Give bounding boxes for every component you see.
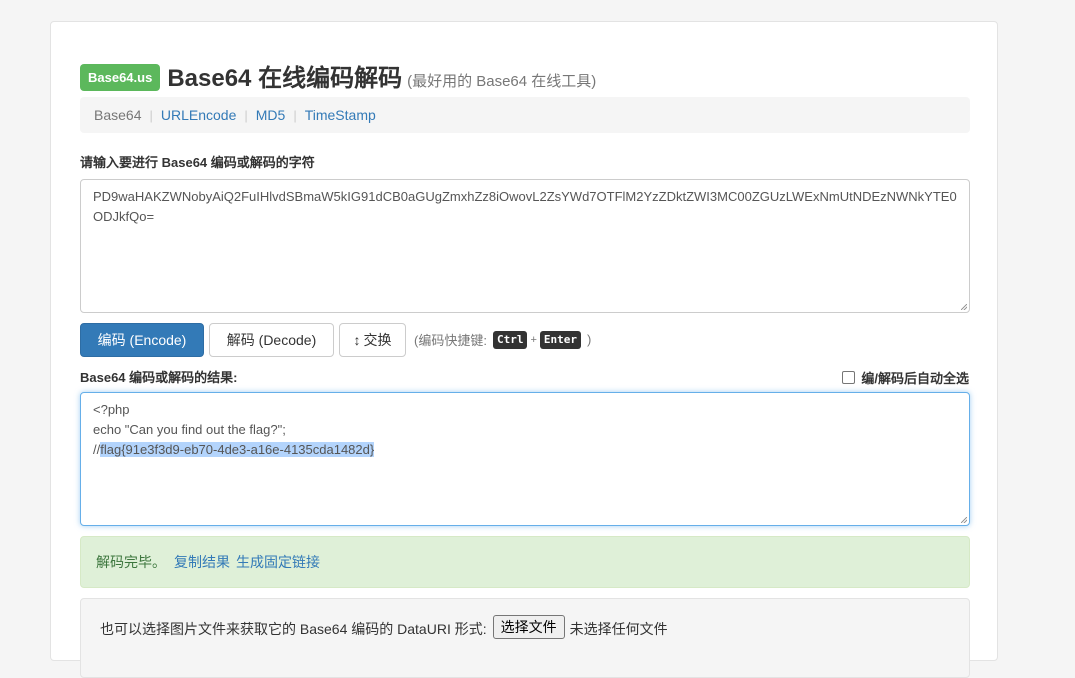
site-badge[interactable]: Base64.us [80, 64, 161, 91]
output-line: //flag{91e3f3d9-eb70-4de3-a16e-4135cda14… [93, 440, 957, 460]
copy-result-link[interactable]: 复制结果 [174, 552, 230, 572]
nav-item-md5[interactable]: MD5 [256, 107, 286, 123]
page-title: Base64 在线编码解码 [167, 65, 403, 92]
success-alert: 解码完毕。 复制结果 生成固定链接 [80, 536, 970, 588]
selected-flag-text: flag{91e3f3d9-eb70-4de3-a16e-4135cda1482… [100, 442, 375, 457]
file-status: 未选择任何文件 [569, 621, 668, 637]
nav-separator: | [244, 107, 248, 123]
input-label: 请输入要进行 Base64 编码或解码的字符 [80, 155, 315, 170]
nav-item-urlencode[interactable]: URLEncode [161, 107, 237, 123]
input-text: PD9waHAKZWNobyAiQ2FuIHlvdSBmaW5kIG91dCB0… [93, 189, 957, 224]
nav-separator: | [293, 107, 297, 123]
nav-item-base64[interactable]: Base64 [94, 107, 141, 123]
shortcut-suffix: ) [587, 332, 592, 347]
shortcut-hint: (编码快捷键: Ctrl + Enter ) [414, 330, 591, 349]
resize-handle[interactable] [961, 517, 967, 523]
tool-nav: Base64 | URLEncode | MD5 | TimeStamp [80, 97, 970, 133]
decode-button[interactable]: 解码 (Decode) [209, 323, 334, 357]
output-line: <?php [93, 402, 130, 417]
output-line: echo "Can you find out the flag?"; [93, 422, 286, 437]
page-header: Base64.us Base64 在线编码解码 (最好用的 Base64 在线工… [80, 58, 596, 95]
nav-separator: | [149, 107, 153, 123]
alert-message: 解码完毕。 [96, 554, 166, 570]
auto-select-option[interactable]: 编/解码后自动全选 [842, 368, 969, 387]
shortcut-prefix: (编码快捷键: [414, 333, 487, 348]
resize-handle[interactable] [961, 304, 967, 310]
main-card: Base64.us Base64 在线编码解码 (最好用的 Base64 在线工… [50, 21, 998, 678]
shortcut-plus: + [530, 333, 537, 346]
input-textarea[interactable]: PD9waHAKZWNobyAiQ2FuIHlvdSBmaW5kIG91dCB0… [80, 179, 970, 313]
auto-select-label[interactable]: 编/解码后自动全选 [861, 368, 969, 387]
swap-icon: ↕ [353, 332, 361, 348]
file-section: 也可以选择图片文件来获取它的 Base64 编码的 DataURI 形式: 选择… [80, 598, 970, 678]
choose-file-button[interactable]: 选择文件 [492, 615, 565, 639]
page-subtitle: (最好用的 Base64 在线工具) [407, 73, 597, 90]
nav-item-timestamp[interactable]: TimeStamp [305, 107, 376, 123]
swap-button[interactable]: ↕ 交换 [339, 323, 406, 357]
output-label: Base64 编码或解码的结果: [80, 370, 238, 385]
swap-label: 交换 [363, 332, 392, 348]
file-prompt: 也可以选择图片文件来获取它的 Base64 编码的 DataURI 形式: [100, 621, 487, 637]
kbd-ctrl: Ctrl [492, 330, 528, 349]
encode-button[interactable]: 编码 (Encode) [80, 323, 204, 357]
permalink-link[interactable]: 生成固定链接 [236, 552, 320, 572]
kbd-enter: Enter [539, 330, 582, 349]
output-textarea[interactable]: <?php echo "Can you find out the flag?";… [80, 392, 970, 526]
auto-select-checkbox[interactable] [842, 371, 856, 384]
